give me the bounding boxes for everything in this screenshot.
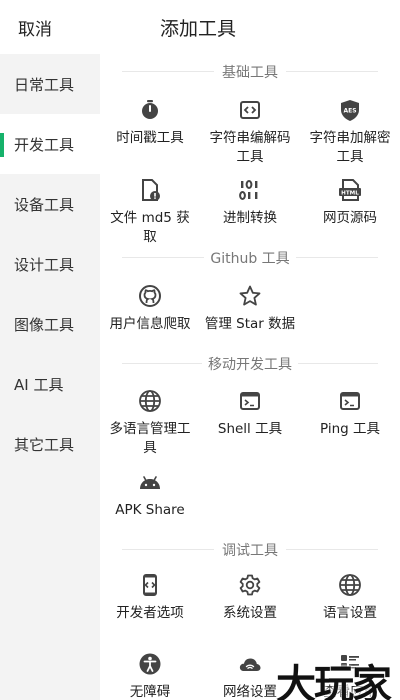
wifi-cloud-icon (239, 658, 261, 671)
sidebar-item-other[interactable]: 其它工具 (0, 414, 100, 474)
svg-text:AES: AES (343, 108, 356, 115)
page-title: 添加工具 (160, 18, 237, 40)
code-window-icon (240, 101, 260, 119)
tool-accessibility[interactable]: 无障碍 (100, 652, 200, 700)
phone-code-icon (143, 574, 157, 596)
sidebar-item-device[interactable]: 设备工具 (0, 174, 100, 234)
timer-icon (142, 100, 158, 119)
watermark-logo: 大玩家 (276, 661, 392, 700)
sidebar-item-daily[interactable]: 日常工具 (0, 54, 100, 114)
globe-icon (139, 390, 161, 412)
globe-icon (339, 574, 361, 596)
category-sidebar: 日常工具 开发工具 设备工具 设计工具 图像工具 AI 工具 其它工具 (0, 54, 100, 700)
tool-apk-share[interactable]: APK Share (100, 470, 200, 520)
html-file-icon: HTML (339, 179, 361, 201)
tool-radix-convert[interactable]: 进制转换 (200, 178, 300, 228)
binary-icon (239, 180, 258, 200)
section-header-github: Github 工具 (100, 242, 400, 270)
star-icon (239, 285, 261, 306)
gear-icon (239, 574, 261, 596)
tool-grid[interactable]: 基础工具 时间戳工具 字符串编解码工具 AES 字符串加解密工具 文件 md5 … (100, 54, 400, 700)
top-bar: 取消 添加工具 (0, 0, 400, 54)
tool-github-star[interactable]: 管理 Star 数据 (200, 284, 300, 334)
sidebar-item-image[interactable]: 图像工具 (0, 294, 100, 354)
tool-string-codec[interactable]: 字符串编解码工具 (200, 98, 300, 167)
cancel-button[interactable]: 取消 (18, 15, 52, 40)
tool-developer-options[interactable]: 开发者选项 (100, 573, 200, 623)
section-header-debug: 调试工具 (100, 534, 400, 562)
terminal-icon (240, 392, 260, 410)
tool-web-source[interactable]: HTML 网页源码 (300, 178, 400, 228)
android-icon (140, 476, 160, 489)
sidebar-item-ai[interactable]: AI 工具 (0, 354, 100, 414)
tool-i18n[interactable]: 多语言管理工具 (100, 389, 200, 458)
tool-shell[interactable]: Shell 工具 (200, 389, 300, 439)
tool-string-crypto[interactable]: AES 字符串加解密工具 (300, 98, 400, 167)
terminal-icon (340, 392, 360, 410)
tool-file-md5[interactable]: 文件 md5 获取 (100, 178, 200, 247)
active-indicator (0, 133, 4, 157)
aes-shield-icon: AES (341, 100, 359, 121)
sidebar-item-dev[interactable]: 开发工具 (0, 114, 100, 174)
github-icon (139, 285, 161, 307)
section-header-basic: 基础工具 (100, 56, 400, 84)
section-header-mobile: 移动开发工具 (100, 348, 400, 376)
sidebar-item-design[interactable]: 设计工具 (0, 234, 100, 294)
accessibility-icon (139, 653, 161, 675)
tool-language-settings[interactable]: 语言设置 (300, 573, 400, 623)
file-alert-icon (142, 179, 160, 201)
tool-system-settings[interactable]: 系统设置 (200, 573, 300, 623)
tool-github-user[interactable]: 用户信息爬取 (100, 284, 200, 334)
tool-ping[interactable]: Ping 工具 (300, 389, 400, 439)
tool-timestamp[interactable]: 时间戳工具 (100, 98, 200, 148)
svg-text:HTML: HTML (341, 190, 359, 196)
